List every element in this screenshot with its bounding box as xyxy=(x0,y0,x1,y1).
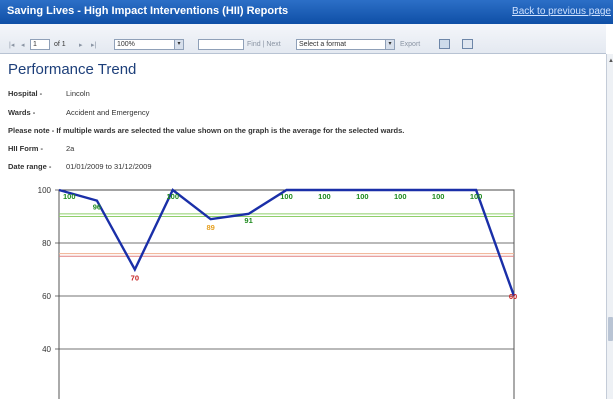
data-label: 100 xyxy=(166,192,179,201)
first-page-icon[interactable]: |◂ xyxy=(9,41,14,49)
export-link[interactable]: Export xyxy=(400,41,420,48)
zoom-select[interactable]: 100% ▾ xyxy=(114,39,184,50)
vertical-scrollbar[interactable]: ▲ xyxy=(606,54,613,399)
data-label: 100 xyxy=(394,192,407,201)
data-label: 100 xyxy=(63,192,76,201)
zoom-value: 100% xyxy=(117,41,135,48)
y-tick-label: 60 xyxy=(42,292,51,301)
refresh-icon[interactable] xyxy=(439,39,450,49)
plot-frame xyxy=(58,189,515,399)
y-tick-label: 80 xyxy=(42,239,51,248)
previous-page-icon[interactable]: ◂ xyxy=(21,41,25,49)
scroll-up-icon[interactable]: ▲ xyxy=(608,58,613,64)
format-chevron-down-icon: ▾ xyxy=(385,40,394,49)
report-viewer: Saving Lives - High Impact Interventions… xyxy=(0,0,613,399)
find-text-input[interactable] xyxy=(198,39,244,50)
data-label: 70 xyxy=(131,274,139,283)
report-toolbar: |◂ ◂ 1 of 1 ▸ ▸| 100% ▾ Find | Next Sele… xyxy=(0,24,606,54)
data-label: 100 xyxy=(356,192,369,201)
page-count-label: of 1 xyxy=(54,41,66,48)
last-page-icon[interactable]: ▸| xyxy=(91,41,96,49)
report-content: Performance Trend Hospital - Lincoln War… xyxy=(0,55,606,399)
data-label: 100 xyxy=(432,192,445,201)
data-label: 96 xyxy=(93,203,101,212)
export-format-value: Select a format xyxy=(299,41,347,48)
y-tick-label: 100 xyxy=(38,186,52,195)
print-icon[interactable] xyxy=(462,39,473,49)
zoom-chevron-down-icon: ▾ xyxy=(174,40,183,49)
data-label: 100 xyxy=(318,192,331,201)
export-format-select[interactable]: Select a format ▾ xyxy=(296,39,395,50)
performance-trend-chart: 2040608010010096701008991100100100100100… xyxy=(38,186,517,399)
title-bar: Saving Lives - High Impact Interventions… xyxy=(0,0,613,24)
window-title: Saving Lives - High Impact Interventions… xyxy=(7,5,289,17)
data-label: 60 xyxy=(509,292,517,301)
y-tick-label: 40 xyxy=(42,345,51,354)
find-next-links[interactable]: Find | Next xyxy=(247,41,281,48)
data-label: 89 xyxy=(206,223,214,232)
page-number-input[interactable]: 1 xyxy=(30,39,50,50)
next-page-icon[interactable]: ▸ xyxy=(79,41,83,49)
back-to-previous-page-link[interactable]: Back to previous page xyxy=(512,6,611,17)
data-label: 91 xyxy=(244,216,252,225)
data-label: 100 xyxy=(470,192,483,201)
scrollbar-thumb[interactable] xyxy=(608,317,613,341)
data-label: 100 xyxy=(280,192,293,201)
